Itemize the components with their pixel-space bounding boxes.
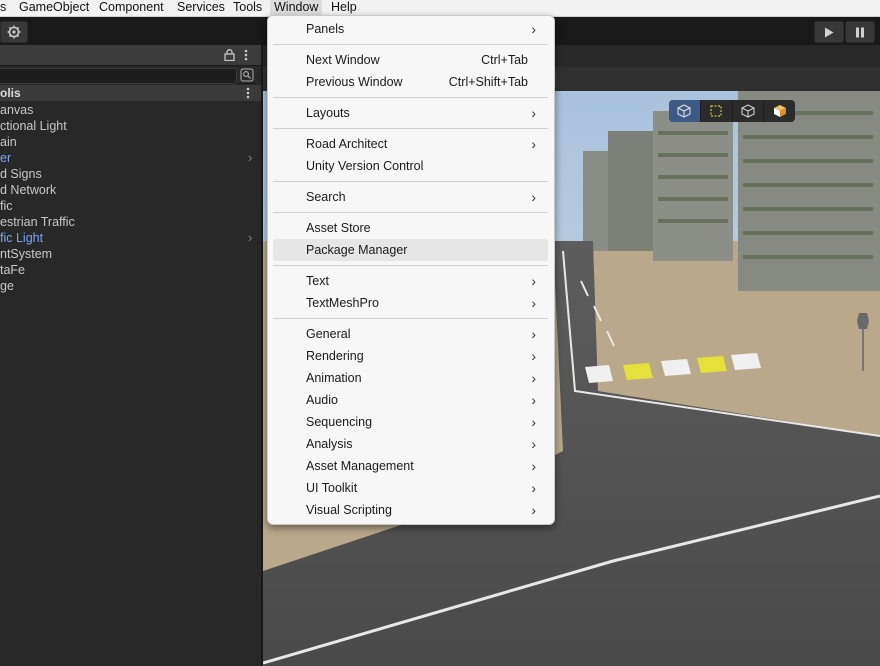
menu-item-ui-toolkit[interactable]: UI Toolkit › — [273, 477, 548, 499]
more-options-icon[interactable] — [244, 49, 248, 61]
chevron-right-icon: › — [531, 273, 536, 289]
menu-item-animation[interactable]: Animation › — [273, 367, 548, 389]
gear-icon — [7, 25, 21, 39]
menu-item-previous-window[interactable]: Previous Window Ctrl+Shift+Tab — [273, 71, 548, 93]
menu-separator — [273, 128, 548, 129]
menu-item-panels[interactable]: Panels › — [273, 18, 548, 40]
menu-item-next-window[interactable]: Next Window Ctrl+Tab — [273, 49, 548, 71]
menu-item-general[interactable]: General › — [273, 323, 548, 345]
play-icon — [825, 27, 834, 37]
scene-gizmo-toolbar — [669, 100, 795, 122]
menu-services[interactable]: Services — [177, 0, 225, 15]
menu-item-textmeshpro[interactable]: TextMeshPro › — [273, 292, 548, 314]
hierarchy-item[interactable]: taFe — [0, 262, 261, 278]
shaded-cube-button[interactable] — [764, 100, 795, 122]
menu-item-analysis[interactable]: Analysis › — [273, 433, 548, 455]
cube-view-button[interactable] — [669, 100, 701, 122]
window-menu-dropdown: Panels › Next Window Ctrl+Tab Previous Win… — [267, 15, 555, 525]
menu-component[interactable]: Component — [99, 0, 164, 15]
menu-separator — [273, 44, 548, 45]
menu-item-layouts[interactable]: Layouts › — [273, 102, 548, 124]
hierarchy-item[interactable]: er › — [0, 150, 261, 166]
chevron-right-icon: › — [531, 370, 536, 386]
chevron-right-icon: › — [531, 458, 536, 474]
rect-icon — [710, 105, 722, 117]
menu-edit-partial[interactable]: s — [0, 0, 6, 15]
menu-separator — [273, 97, 548, 98]
hierarchy-item[interactable]: ain — [0, 134, 261, 150]
chevron-right-icon: › — [531, 21, 536, 37]
menu-separator — [273, 212, 548, 213]
menu-item-road-architect[interactable]: Road Architect › — [273, 133, 548, 155]
chevron-right-icon: › — [531, 189, 536, 205]
hierarchy-search-input[interactable] — [0, 68, 237, 84]
menu-item-rendering[interactable]: Rendering › — [273, 345, 548, 367]
chevron-right-icon: › — [531, 326, 536, 342]
menu-tools[interactable]: Tools — [233, 0, 262, 15]
menu-help[interactable]: Help — [331, 0, 357, 15]
menu-item-audio[interactable]: Audio › — [273, 389, 548, 411]
chevron-right-icon: › — [531, 502, 536, 518]
menu-item-text[interactable]: Text › — [273, 270, 548, 292]
menu-separator — [273, 265, 548, 266]
chevron-right-icon: › — [531, 480, 536, 496]
chevron-right-icon[interactable]: › — [248, 150, 252, 166]
menu-item-unity-version-control[interactable]: Unity Version Control — [273, 155, 548, 177]
menu-item-asset-store[interactable]: Asset Store — [273, 217, 548, 239]
menu-separator — [273, 181, 548, 182]
pause-button[interactable] — [845, 21, 875, 43]
chevron-right-icon: › — [531, 295, 536, 311]
hierarchy-item[interactable]: ntSystem — [0, 246, 261, 262]
hierarchy-item[interactable]: d Signs — [0, 166, 261, 182]
hierarchy-item[interactable]: d Network — [0, 182, 261, 198]
chevron-right-icon: › — [531, 414, 536, 430]
search-type-icon — [240, 68, 254, 82]
hierarchy-item[interactable]: ctional Light — [0, 118, 261, 134]
scene-more-icon[interactable] — [246, 87, 250, 99]
scene-name: olis — [0, 86, 21, 100]
menu-gameobject[interactable]: GameObject — [19, 0, 89, 15]
hierarchy-item[interactable]: fic Light › — [0, 230, 261, 246]
cube-outline-icon — [741, 104, 755, 118]
hierarchy-item[interactable]: anvas — [0, 102, 261, 118]
hierarchy-header — [0, 45, 261, 66]
hierarchy-item[interactable]: fic — [0, 198, 261, 214]
chevron-right-icon: › — [531, 392, 536, 408]
menu-separator — [273, 318, 548, 319]
chevron-right-icon: › — [531, 136, 536, 152]
menu-item-visual-scripting[interactable]: Visual Scripting › — [273, 499, 548, 521]
chevron-right-icon: › — [531, 348, 536, 364]
menu-item-search[interactable]: Search › — [273, 186, 548, 208]
hierarchy-search-bar — [0, 67, 256, 84]
menu-item-sequencing[interactable]: Sequencing › — [273, 411, 548, 433]
cube-icon — [677, 104, 691, 118]
search-by-type-button[interactable] — [240, 68, 254, 82]
menu-item-package-manager[interactable]: Package Manager — [273, 239, 548, 261]
play-button[interactable] — [814, 21, 844, 43]
chevron-right-icon[interactable]: › — [248, 230, 252, 246]
hierarchy-panel: olis anvas ctional Light ain er › d Signs… — [0, 45, 261, 666]
lock-icon[interactable] — [224, 49, 235, 61]
wireframe-cube-button[interactable] — [733, 100, 765, 122]
menu-window[interactable]: Window — [270, 0, 323, 15]
scene-header-row[interactable]: olis — [0, 85, 261, 101]
rect-tool-button[interactable] — [701, 100, 733, 122]
settings-button[interactable] — [0, 21, 28, 43]
shaded-cube-icon — [773, 105, 786, 117]
chevron-right-icon: › — [531, 105, 536, 121]
menu-item-asset-management[interactable]: Asset Management › — [273, 455, 548, 477]
chevron-right-icon: › — [531, 436, 536, 452]
hierarchy-item[interactable]: estrian Traffic — [0, 214, 261, 230]
hierarchy-item[interactable]: ge — [0, 278, 261, 294]
pause-icon — [856, 27, 864, 37]
